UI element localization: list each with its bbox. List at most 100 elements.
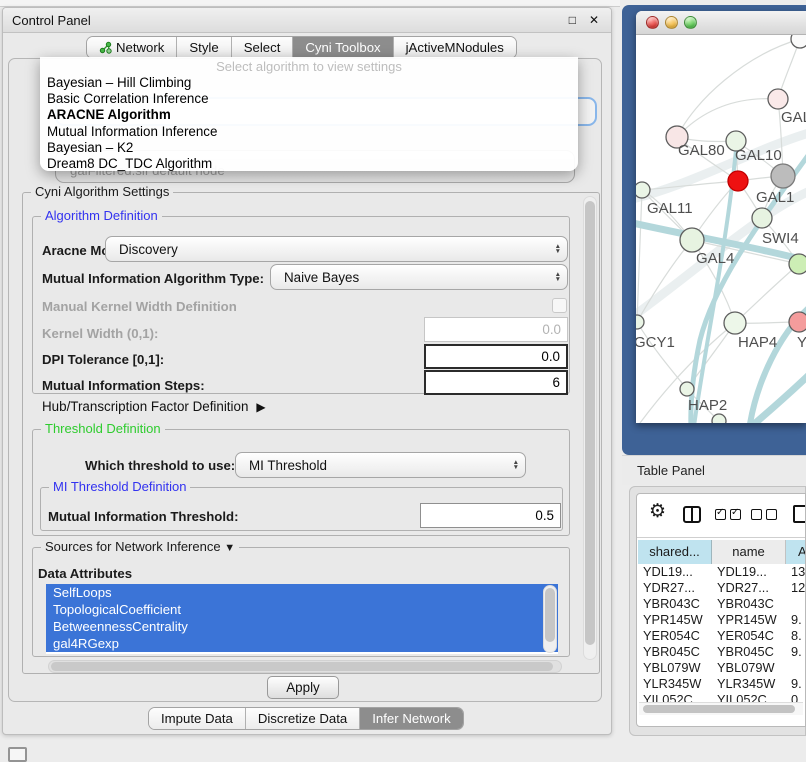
node-table-card: ⚙ shared...nameA YDL19...YDL19...13YDR27… [636,493,806,727]
kernel-width-field[interactable]: 0.0 [424,317,568,342]
scrollbar-thumb[interactable] [643,705,795,713]
column-header[interactable]: A [786,540,806,564]
settings-horizontal-scrollbar[interactable] [48,660,562,673]
network-canvas[interactable]: GAL80GAL10GALGAL1GAL11GAL4SWI4GCY1HAP4YH… [636,35,806,423]
table-row[interactable]: YLR345WYLR345W9. [638,676,806,692]
network-node[interactable] [771,164,795,188]
network-node-label: SWI4 [762,230,799,247]
sources-group-title: Sources for Network Inference ▼ [41,539,239,554]
data-attribute-item[interactable]: gal4RGexp [46,635,558,652]
network-node[interactable] [752,208,772,228]
column-header[interactable]: name [712,540,786,564]
algorithm-option[interactable]: Dream8 DC_TDC Algorithm [40,156,578,172]
table-row[interactable]: YDL19...YDL19...13 [638,564,806,580]
tab-impute-data[interactable]: Impute Data [149,708,245,729]
network-node[interactable] [789,254,806,274]
mi-steps-field[interactable]: 6 [424,370,568,395]
network-node[interactable] [636,182,650,198]
tab-jactivemnodules[interactable]: jActiveMNodules [393,37,516,58]
float-panel-icon[interactable]: □ [569,13,576,27]
network-node-label: GAL1 [756,189,794,206]
stepper-arrows-icon [555,244,567,254]
network-node-label: HAP4 [738,334,777,351]
tab-label: Discretize Data [258,711,347,726]
table-row[interactable]: YBR043CYBR043C [638,596,806,612]
uncheck-all-icon[interactable] [751,509,777,520]
network-node[interactable] [728,171,748,191]
table-panel-titlebar: Table Panel [622,455,806,485]
mi-threshold-label: Mutual Information Threshold: [48,509,238,524]
application-root: Control Panel □ ✕ NetworkStyleSelectCyni… [0,0,806,762]
zoom-window-icon[interactable] [684,16,697,29]
scrollbar-thumb[interactable] [545,588,555,642]
network-node[interactable] [680,382,694,396]
network-node[interactable] [789,312,806,332]
hub-definition-section[interactable]: Hub/Transcription Factor Definition ▶ [42,399,266,414]
tab-select[interactable]: Select [231,37,293,58]
table-row[interactable]: YER054CYER054C8. [638,628,806,644]
expand-section-icon[interactable]: ▶ [256,400,265,414]
table-row[interactable]: YBL079WYBL079W [638,660,806,676]
attributes-list-vertical-scrollbar[interactable] [543,585,557,653]
apply-button[interactable]: Apply [267,676,339,699]
mi-steps-label: Mutual Information Steps: [42,378,205,393]
mi-threshold-field[interactable]: 0.5 [420,503,561,528]
algorithm-option[interactable]: Bayesian – K2 [40,140,578,156]
dpi-tolerance-field[interactable]: 0.0 [424,344,568,369]
table-cell [786,660,806,676]
algorithm-option[interactable]: Mutual Information Inference [40,124,578,140]
tab-network[interactable]: Network [87,37,176,58]
table-cell: YBR043C [712,596,786,612]
gear-icon[interactable]: ⚙ [649,502,666,521]
network-node[interactable] [768,89,788,109]
table-row[interactable]: YPR145WYPR145W9. [638,612,806,628]
mi-algorithm-type-select[interactable]: Naive Bayes [270,264,568,290]
collapse-section-icon[interactable]: ▼ [224,542,235,554]
network-node[interactable] [636,315,644,329]
tab-discretize-data[interactable]: Discretize Data [245,708,359,729]
kernel-width-label: Kernel Width (0,1): [42,326,158,341]
data-attribute-item[interactable]: SelfLoops [46,584,558,601]
network-node[interactable] [724,312,746,334]
tab-style[interactable]: Style [176,37,230,58]
network-node-labels: GAL80GAL10GALGAL1GAL11GAL4SWI4GCY1HAP4YH… [636,109,806,414]
tab-label: Cyni Toolbox [305,40,380,55]
minimize-window-icon[interactable] [665,16,678,29]
which-threshold-value: MI Threshold [236,458,327,473]
column-header[interactable]: shared... [638,540,712,564]
minimized-panel-icon[interactable] [8,747,27,762]
table-cell: YLR345W [638,676,712,692]
table-cell: YBR043C [638,596,712,612]
network-node[interactable] [680,228,704,252]
manual-kernel-width-checkbox[interactable] [552,298,567,313]
algorithm-option[interactable]: Basic Correlation Inference [40,91,578,107]
network-node[interactable] [712,414,726,423]
scrollbar-thumb[interactable] [51,662,553,671]
table-cell: YDR27... [712,580,786,596]
app-toolbar-edge [0,0,620,7]
column-view-icon[interactable] [683,506,701,523]
check-all-icon[interactable] [715,509,741,520]
tab-label: Select [244,40,281,55]
data-attribute-item[interactable]: TopologicalCoefficient [46,601,558,618]
data-attribute-item[interactable]: BetweennessCentrality [46,618,558,635]
close-panel-icon[interactable]: ✕ [589,13,599,27]
network-node[interactable] [791,35,806,48]
table-row[interactable]: YBR045CYBR045C9. [638,644,806,660]
tab-label: Impute Data [161,711,233,726]
table-horizontal-scrollbar[interactable] [639,702,803,715]
algorithm-option[interactable]: ARACNE Algorithm [40,107,578,123]
table-cell: YBR045C [638,644,712,660]
tab-infer-network[interactable]: Infer Network [359,708,462,729]
close-window-icon[interactable] [646,16,659,29]
tab-cyni-toolbox[interactable]: Cyni Toolbox [292,37,392,58]
table-row[interactable]: YDR27...YDR27...12 [638,580,806,596]
scrollbar-thumb[interactable] [585,201,595,645]
aracne-mode-select[interactable]: Discovery [105,236,568,262]
settings-vertical-scrollbar[interactable] [583,196,597,660]
algorithm-option[interactable]: Bayesian – Hill Climbing [40,75,578,91]
export-table-icon[interactable] [793,505,806,523]
which-threshold-select[interactable]: MI Threshold [235,452,526,478]
table-cell: 9. [786,676,806,692]
data-attributes-list[interactable]: SelfLoopsTopologicalCoefficientBetweenne… [46,584,558,654]
